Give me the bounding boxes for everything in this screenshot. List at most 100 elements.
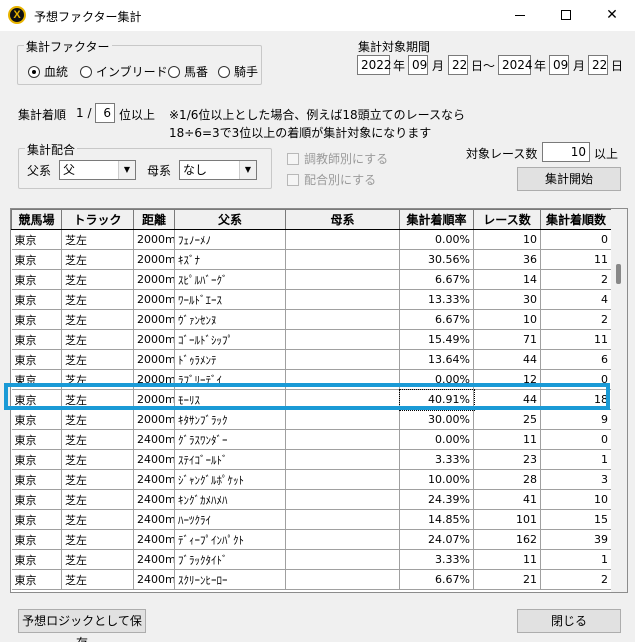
radio-gate-number[interactable]: 馬番 xyxy=(168,63,208,80)
table-cell: 25 xyxy=(473,409,541,430)
range-separator: 日～ xyxy=(471,59,496,73)
table-cell: 2400m xyxy=(133,469,175,490)
vertical-scrollbar[interactable] xyxy=(611,209,627,592)
title-bar: X 予想ファクター集計 ✕ xyxy=(0,0,635,31)
save-logic-button[interactable]: 予想ロジックとして保存 xyxy=(18,609,146,642)
table-cell: 18 xyxy=(540,389,612,410)
radio-bloodline[interactable]: 血統 xyxy=(28,63,68,80)
table-cell xyxy=(285,429,400,450)
column-header[interactable]: 競馬場 xyxy=(11,209,62,230)
table-cell: 東京 xyxy=(11,249,62,270)
table-cell: 28 xyxy=(473,469,541,490)
table-cell: 0.00% xyxy=(399,369,474,390)
table-row[interactable]: 東京 芝左 2400m ｼﾞｬﾝｸﾞﾙﾎﾟｹｯﾄ 10.00% 28 3 xyxy=(11,469,612,490)
table-row[interactable]: 東京 芝左 2400m ｷﾝｸﾞｶﾒﾊﾒﾊ 24.39% 41 10 xyxy=(11,489,612,510)
table-row[interactable]: 東京 芝左 2000m ﾌｪﾉｰﾒﾉ 0.00% 10 0 xyxy=(11,229,612,250)
table-row[interactable]: 東京 芝左 2000m ｳﾞｧﾝｾﾝﾇ 6.67% 10 2 xyxy=(11,309,612,330)
table-cell: 東京 xyxy=(11,349,62,370)
table-cell: 6 xyxy=(540,349,612,370)
start-button[interactable]: 集計開始 xyxy=(517,167,621,191)
table-cell: 2 xyxy=(540,269,612,290)
to-month-field[interactable]: 09 xyxy=(549,55,569,75)
table-cell: 24.39% xyxy=(399,489,474,510)
to-year-field[interactable]: 2024 xyxy=(498,55,533,75)
table-cell: ﾜｰﾙﾄﾞｴｰｽ xyxy=(174,289,286,310)
app-icon: X xyxy=(8,6,26,24)
table-cell xyxy=(285,569,400,590)
table-row[interactable]: 東京 芝左 2400m ﾌﾞﾗｯｸﾀｲﾄﾞ 3.33% 11 1 xyxy=(11,549,612,570)
table-row[interactable]: 東京 芝左 2400m ｽﾃｲｺﾞｰﾙﾄﾞ 3.33% 23 1 xyxy=(11,449,612,470)
from-year-field[interactable]: 2022 xyxy=(357,55,392,75)
by-trainer-checkbox[interactable]: 調教師別にする xyxy=(287,150,388,167)
radio-jockey[interactable]: 騎手 xyxy=(218,63,258,80)
from-day-field[interactable]: 22 xyxy=(448,55,468,75)
table-row[interactable]: 東京 芝左 2000m ﾜｰﾙﾄﾞｴｰｽ 13.33% 30 4 xyxy=(11,289,612,310)
column-header[interactable]: トラック xyxy=(61,209,134,230)
table-cell: 30.56% xyxy=(399,249,474,270)
table-cell xyxy=(285,529,400,550)
table-row[interactable]: 東京 芝左 2000m ｺﾞｰﾙﾄﾞｼｯﾌﾟ 15.49% 71 11 xyxy=(11,329,612,350)
table-row[interactable]: 東京 芝左 2400m ｸﾞﾗｽﾜﾝﾀﾞｰ 0.00% 11 0 xyxy=(11,429,612,450)
table-cell: 東京 xyxy=(11,389,62,410)
table-cell: 41 xyxy=(473,489,541,510)
sire-label: 父系 xyxy=(27,164,52,178)
from-month-field[interactable]: 09 xyxy=(408,55,428,75)
minimize-button[interactable] xyxy=(497,0,543,31)
table-row[interactable]: 東京 芝左 2000m ｽﾋﾟﾙﾊﾞｰｸﾞ 6.67% 14 2 xyxy=(11,269,612,290)
table-cell: ﾊｰﾂｸﾗｲ xyxy=(174,509,286,530)
table-cell: 10 xyxy=(473,309,541,330)
table-cell: 14.85% xyxy=(399,509,474,530)
table-cell: 13.33% xyxy=(399,289,474,310)
table-cell: ﾃﾞｨｰﾌﾟｲﾝﾊﾟｸﾄ xyxy=(174,529,286,550)
rank-prefix: 1 / xyxy=(76,106,92,120)
table-row[interactable]: 東京 芝左 2400m ﾊｰﾂｸﾗｲ 14.85% 101 15 xyxy=(11,509,612,530)
sire-select[interactable]: 父 ▼ xyxy=(59,160,136,180)
table-cell: 2000m xyxy=(133,269,175,290)
table-cell: 東京 xyxy=(11,369,62,390)
by-pairing-checkbox[interactable]: 配合別にする xyxy=(287,171,376,188)
rank-field[interactable]: 6 xyxy=(95,103,115,123)
scrollbar-thumb[interactable] xyxy=(616,264,621,284)
table-row[interactable]: 東京 芝左 2000m ｷﾀｻﾝﾌﾞﾗｯｸ 30.00% 25 9 xyxy=(11,409,612,430)
race-count-field[interactable]: 10 xyxy=(542,142,590,162)
column-header[interactable]: 距離 xyxy=(133,209,175,230)
race-count-label: 対象レース数 xyxy=(466,147,538,161)
table-cell: 10.00% xyxy=(399,469,474,490)
close-window-button[interactable]: ✕ xyxy=(589,0,635,31)
table-cell: 芝左 xyxy=(61,489,134,510)
close-button[interactable]: 閉じる xyxy=(517,609,621,633)
table-row[interactable]: 東京 芝左 2000m ﾄﾞｩﾗﾒﾝﾃ 13.64% 44 6 xyxy=(11,349,612,370)
radio-label: 騎手 xyxy=(234,65,259,79)
radio-inbreed[interactable]: インブリード xyxy=(80,63,168,80)
table-cell xyxy=(285,549,400,570)
table-cell: 芝左 xyxy=(61,369,134,390)
table-row[interactable]: 東京 芝左 2400m ﾃﾞｨｰﾌﾟｲﾝﾊﾟｸﾄ 24.07% 162 39 xyxy=(11,529,612,550)
table-cell xyxy=(285,349,400,370)
day-unit: 日 xyxy=(611,59,624,73)
table-cell: 11 xyxy=(473,429,541,450)
column-header[interactable]: 父系 xyxy=(174,209,286,230)
radio-label: インブリード xyxy=(96,65,168,79)
dam-select[interactable]: なし ▼ xyxy=(179,160,257,180)
table-row[interactable]: 東京 芝左 2400m ｽｸﾘｰﾝﾋｰﾛｰ 6.67% 21 2 xyxy=(11,569,612,590)
table-cell: 東京 xyxy=(11,269,62,290)
table-cell: 0 xyxy=(540,369,612,390)
table-cell: 2000m xyxy=(133,349,175,370)
to-day-field[interactable]: 22 xyxy=(588,55,608,75)
column-header[interactable]: レース数 xyxy=(473,209,541,230)
table-cell: 36 xyxy=(473,249,541,270)
maximize-button[interactable] xyxy=(543,0,589,31)
table-cell: 0.00% xyxy=(399,429,474,450)
table-cell: 芝左 xyxy=(61,449,134,470)
table-cell: 162 xyxy=(473,529,541,550)
column-header[interactable]: 集計着順数 xyxy=(540,209,612,230)
column-header[interactable]: 集計着順率 xyxy=(399,209,474,230)
table-row[interactable]: 東京 芝左 2000m ﾓｰﾘｽ 40.91% 44 18 xyxy=(11,388,612,411)
table-cell: 0.00% xyxy=(399,229,474,250)
results-grid[interactable]: 競馬場 トラック 距離 父系 母系 集計着順率 レース数 集計着順数 東京 芝左 2000m ﾌｪﾉ… xyxy=(10,208,628,593)
column-header[interactable]: 母系 xyxy=(285,209,400,230)
table-cell: 2000m xyxy=(133,229,175,250)
checkbox-label: 配合別にする xyxy=(304,173,377,187)
table-row[interactable]: 東京 芝左 2000m ｷｽﾞﾅ 30.56% 36 11 xyxy=(11,249,612,270)
table-row[interactable]: 東京 芝左 2000m ﾗﾌﾞﾘｰﾃﾞｲ 0.00% 12 0 xyxy=(11,369,612,390)
